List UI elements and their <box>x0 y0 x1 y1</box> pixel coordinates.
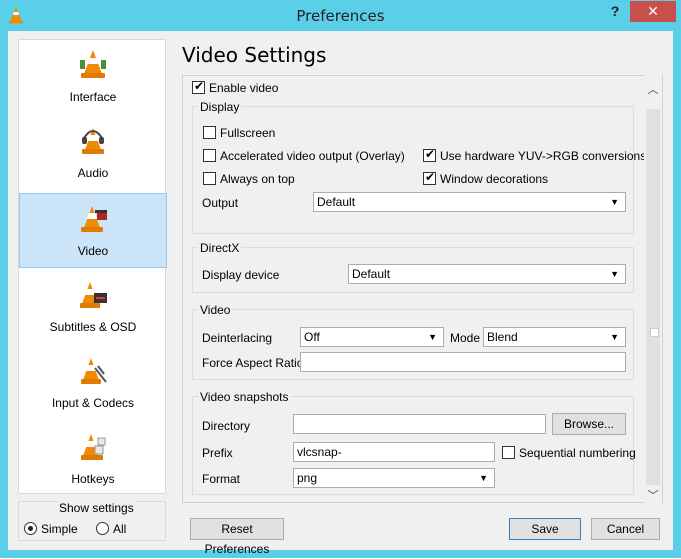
output-select[interactable]: Default ▼ <box>313 192 626 212</box>
deinterlacing-label: Deinterlacing <box>202 331 273 345</box>
fullscreen-checkbox[interactable] <box>203 126 216 139</box>
scroll-up-icon[interactable]: ︿ <box>646 81 660 96</box>
radio-selected-dot <box>28 526 33 531</box>
sidebar-item-label: Input & Codecs <box>51 396 135 410</box>
enable-video-checkbox[interactable]: ✔ <box>192 79 205 94</box>
cone-hotkeys-icon <box>81 434 106 460</box>
directory-label: Directory <box>202 419 251 433</box>
sequential-numbering-checkbox[interactable] <box>502 446 515 459</box>
check-mark-icon: ✔ <box>424 147 436 161</box>
chevron-down-icon: ▼ <box>479 473 488 483</box>
video-snapshots-group: Video snapshots Directory Browse... Pref… <box>192 390 636 495</box>
video-snapshots-group-title: Video snapshots <box>198 390 291 404</box>
chevron-down-icon: ▼ <box>610 332 619 342</box>
simple-radio-label[interactable]: Simple <box>41 522 78 536</box>
force-aspect-ratio-field[interactable] <box>300 352 626 372</box>
check-mark-icon: ✔ <box>424 170 436 184</box>
sidebar-item-input-codecs[interactable]: Input & Codecs <box>19 346 167 421</box>
prefix-field[interactable]: vlcsnap- <box>293 442 495 462</box>
check-mark-icon: ✔ <box>193 79 205 93</box>
mode-label: Mode <box>450 331 481 345</box>
cone-headphones-icon <box>82 128 104 154</box>
sidebar-item-label: Hotkeys <box>71 472 115 486</box>
mode-select[interactable]: Blend ▼ <box>483 327 626 347</box>
scroll-down-icon[interactable]: ﹀ <box>646 487 660 502</box>
sidebar-item-video[interactable]: Video <box>19 193 167 268</box>
sidebar-item-label: Video <box>77 244 109 258</box>
sidebar-item-interface[interactable]: Interface <box>19 40 167 115</box>
chevron-down-icon: ▼ <box>428 332 437 342</box>
window-decorations-checkbox[interactable]: ✔ <box>423 170 436 185</box>
enable-video-label[interactable]: Enable video <box>209 81 278 95</box>
directx-group: DirectX Display device Default ▼ <box>192 241 634 293</box>
settings-scroll-area[interactable]: ✔ Enable video Display Fullscreen Accele… <box>182 75 663 503</box>
chevron-down-icon: ▼ <box>610 197 619 207</box>
format-select[interactable]: png ▼ <box>293 468 495 488</box>
display-group-title: Display <box>198 100 242 114</box>
cone-codecs-icon <box>81 358 107 384</box>
cone-subtitles-icon <box>80 282 107 308</box>
chevron-down-icon: ▼ <box>610 269 619 279</box>
reset-preferences-button[interactable]: Reset Preferences <box>190 518 284 556</box>
sidebar-item-audio[interactable]: Audio <box>19 116 167 191</box>
simple-radio[interactable] <box>24 522 37 535</box>
browse-button[interactable]: Browse... <box>552 413 626 435</box>
sequential-numbering-label[interactable]: Sequential numbering <box>519 446 636 460</box>
hardware-yuv-label[interactable]: Use hardware YUV->RGB conversions <box>440 149 646 163</box>
window-decorations-label[interactable]: Window decorations <box>440 172 548 186</box>
title-bar[interactable]: Preferences ? ✕ <box>0 0 681 31</box>
sidebar-item-subtitles[interactable]: Subtitles & OSD <box>19 270 167 345</box>
display-group: Display Fullscreen Accelerated video out… <box>192 100 646 234</box>
vertical-scrollbar[interactable]: ︿ ﹀ <box>644 75 662 503</box>
cone-interface-icon <box>80 50 106 78</box>
force-aspect-ratio-label: Force Aspect Ratio <box>202 356 304 370</box>
client-area: Interface Audio Video Subtitles & OSD In… <box>8 31 673 556</box>
accelerated-output-checkbox[interactable] <box>203 149 216 162</box>
sidebar-item-label: Interface <box>69 90 117 104</box>
save-button[interactable]: Save <box>509 518 581 540</box>
show-settings-label: Show settings <box>57 501 136 515</box>
help-button[interactable]: ? <box>608 3 622 21</box>
sidebar-item-label: Audio <box>77 166 109 180</box>
hardware-yuv-checkbox[interactable]: ✔ <box>423 147 436 162</box>
sidebar-item-label: Subtitles & OSD <box>49 320 137 334</box>
mode-value: Blend <box>487 330 518 344</box>
output-select-value: Default <box>317 195 356 209</box>
always-on-top-checkbox[interactable] <box>203 172 216 185</box>
directory-field[interactable] <box>293 414 546 434</box>
deinterlacing-select[interactable]: Off ▼ <box>300 327 444 347</box>
display-device-value: Default <box>352 267 391 281</box>
preferences-window: Preferences ? ✕ Interface Audio Video Su… <box>0 0 681 558</box>
page-title: Video Settings <box>182 43 327 67</box>
format-value: png <box>297 471 318 485</box>
all-radio-label[interactable]: All <box>113 522 126 536</box>
video-group: Video Deinterlacing Off ▼ Mode Blend ▼ F… <box>192 303 634 380</box>
video-group-title: Video <box>198 303 233 317</box>
display-device-label: Display device <box>202 268 280 282</box>
directx-group-title: DirectX <box>198 241 242 255</box>
close-button[interactable]: ✕ <box>630 1 676 22</box>
always-on-top-label[interactable]: Always on top <box>220 172 295 186</box>
deinterlacing-value: Off <box>304 330 320 344</box>
accelerated-output-label[interactable]: Accelerated video output (Overlay) <box>220 149 405 163</box>
display-device-select[interactable]: Default ▼ <box>348 264 626 284</box>
scrollbar-track[interactable] <box>646 109 660 485</box>
cone-video-icon <box>81 206 107 232</box>
all-radio[interactable] <box>96 522 109 535</box>
category-list: Interface Audio Video Subtitles & OSD In… <box>18 39 167 497</box>
sidebar-item-hotkeys[interactable]: Hotkeys <box>19 422 167 497</box>
scrollbar-grip-icon <box>650 328 659 337</box>
show-settings-group: Show settings Simple All <box>18 501 166 541</box>
fullscreen-label[interactable]: Fullscreen <box>220 126 275 140</box>
output-label: Output <box>202 196 239 210</box>
format-label: Format <box>202 472 241 486</box>
window-title: Preferences <box>296 7 385 25</box>
cancel-button[interactable]: Cancel <box>591 518 660 540</box>
prefix-label: Prefix <box>202 446 233 460</box>
